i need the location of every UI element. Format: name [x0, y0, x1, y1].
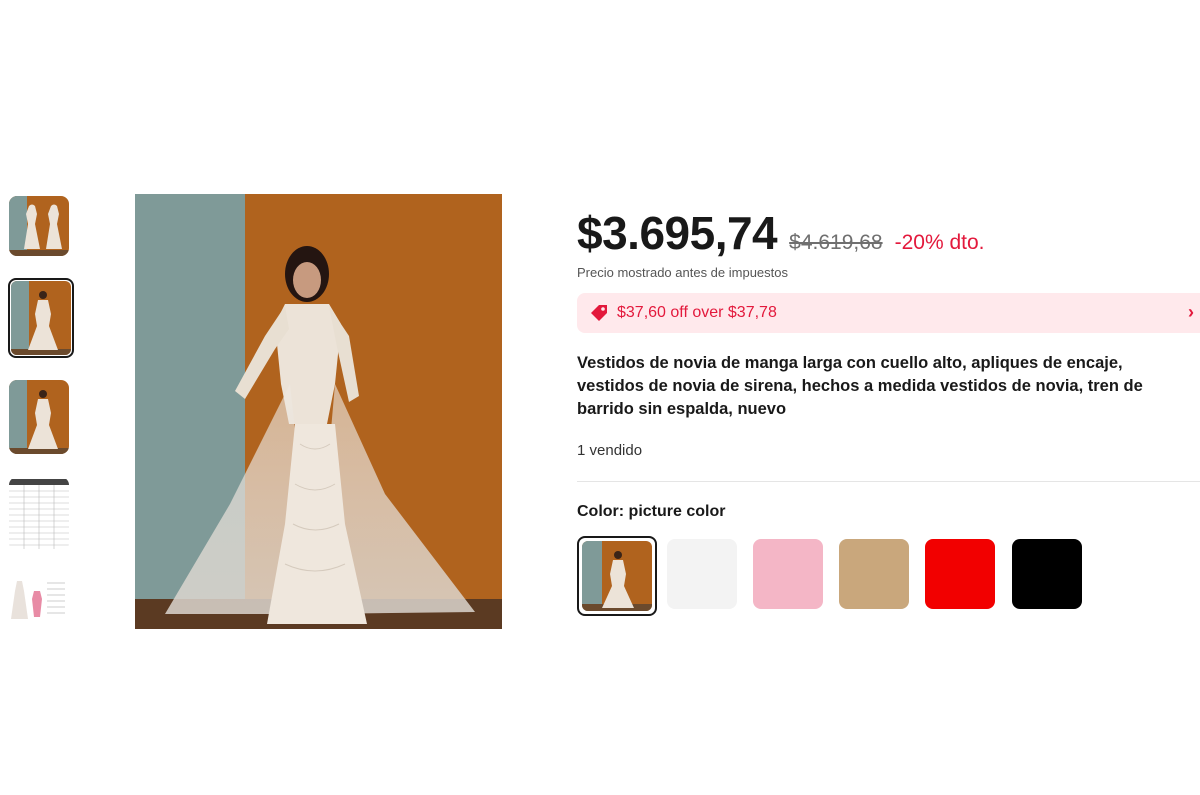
- thumbnail-size-chart[interactable]: [9, 477, 69, 551]
- measure-guide-image: [9, 575, 69, 629]
- chevron-right-icon: ›: [1188, 302, 1194, 322]
- color-label-value: picture color: [624, 503, 726, 520]
- thumbnail-photo: [9, 380, 69, 454]
- dress-photo: [135, 194, 502, 629]
- swatch-champagne[interactable]: [839, 539, 909, 609]
- color-label: Color: picture color: [577, 503, 725, 521]
- swatch-photo: [582, 541, 652, 611]
- thumbnail-measure-guide[interactable]: [9, 575, 69, 629]
- swatch-black[interactable]: [1012, 539, 1082, 609]
- coupon-text: $37,60 off over $37,78: [617, 304, 777, 321]
- swatch-picture-color[interactable]: [577, 536, 657, 616]
- tax-note: Precio mostrado antes de impuestos: [577, 265, 788, 280]
- main-product-image[interactable]: [135, 194, 502, 629]
- size-chart-image: [9, 477, 69, 551]
- price-row: $3.695,74 $4.619,68 -20% dto.: [577, 206, 984, 260]
- swatch-white[interactable]: [667, 539, 737, 609]
- sold-count: 1 vendido: [577, 442, 643, 459]
- swatch-red[interactable]: [925, 539, 995, 609]
- original-price: $4.619,68: [789, 231, 883, 254]
- discount-label: -20% dto.: [894, 231, 985, 254]
- current-price: $3.695,74: [577, 207, 778, 259]
- thumbnail-photo: [9, 196, 69, 256]
- thumbnail-3[interactable]: [9, 380, 69, 454]
- tag-icon: [589, 303, 615, 323]
- thumbnail-2-selected[interactable]: [8, 278, 74, 358]
- thumbnail-photo: [11, 281, 71, 355]
- color-label-key: Color:: [577, 503, 625, 520]
- product-title: Vestidos de novia de manga larga con cue…: [577, 354, 1143, 418]
- swatch-pink[interactable]: [753, 539, 823, 609]
- divider: [577, 481, 1200, 482]
- coupon-banner[interactable]: $37,60 off over $37,78 ›: [577, 293, 1200, 333]
- thumbnail-1[interactable]: [9, 196, 69, 256]
